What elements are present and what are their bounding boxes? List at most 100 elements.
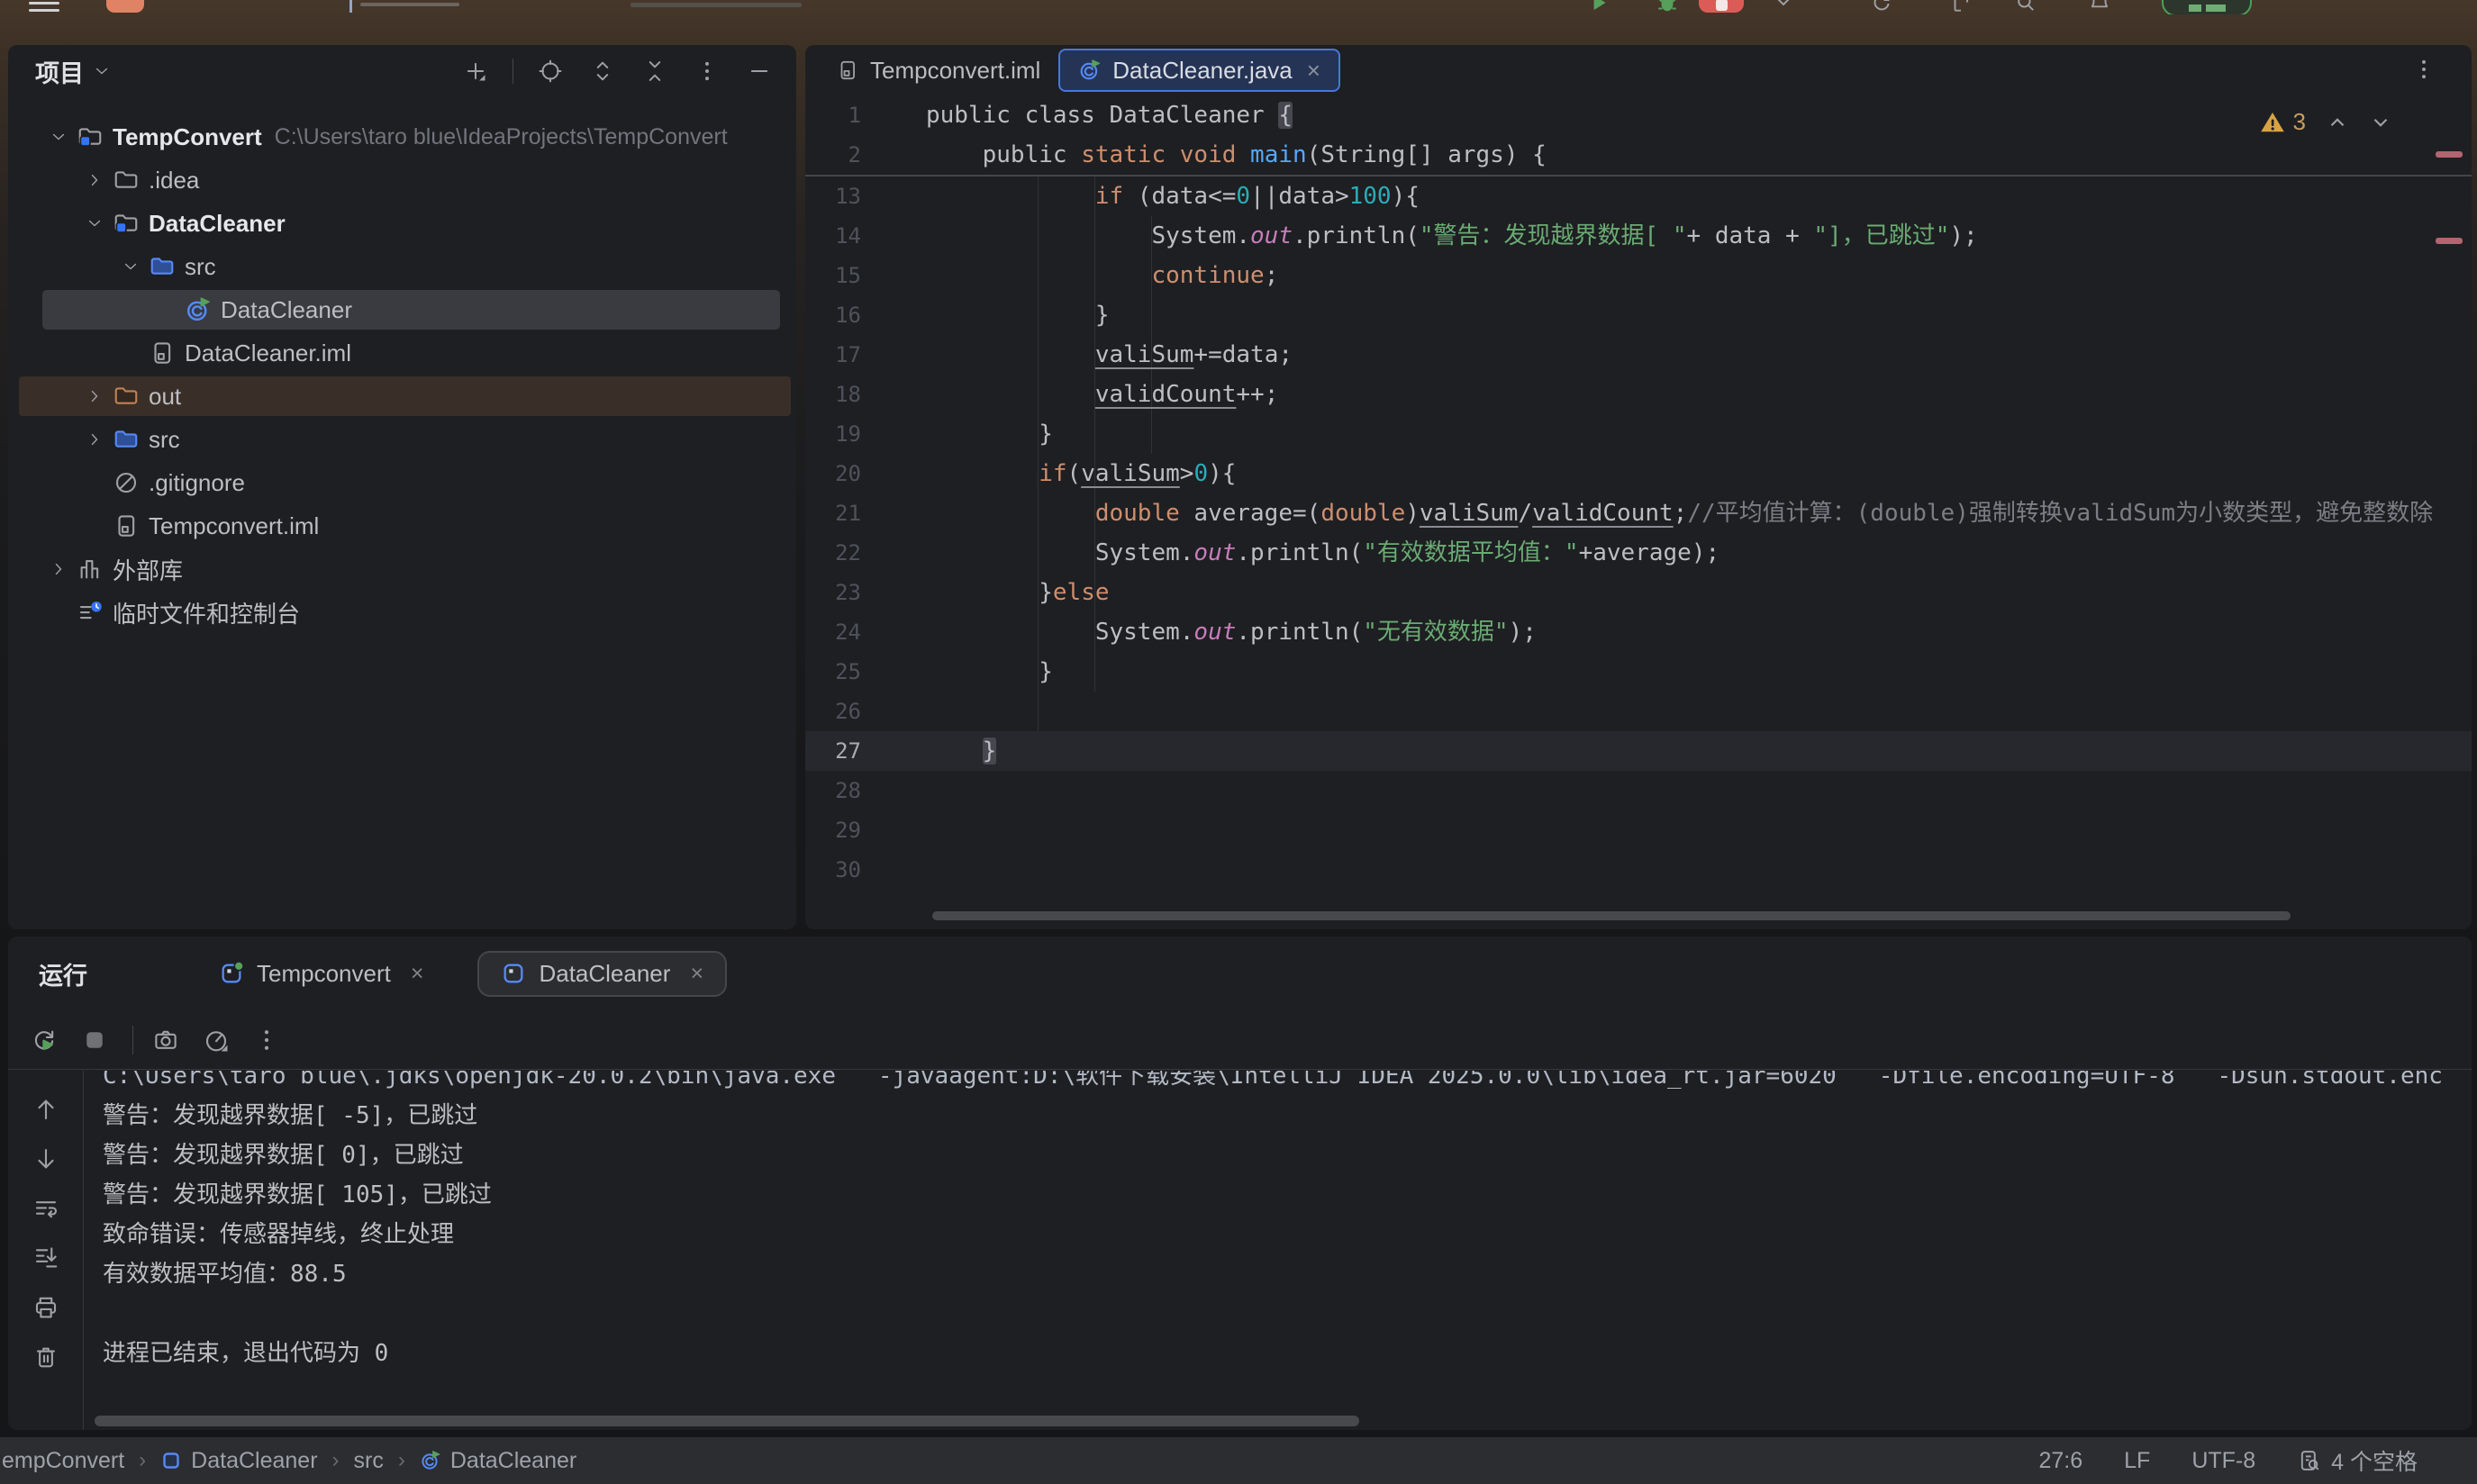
code-line-1[interactable]: 1public class DataCleaner { [805, 95, 2472, 135]
file-encoding[interactable]: UTF-8 [2191, 1448, 2255, 1474]
tree-item-[interactable]: 临时文件和控制台 [8, 591, 796, 634]
code-line-20[interactable]: 20 if(valiSum>0){ [805, 454, 2472, 493]
chevron-right-icon[interactable] [77, 387, 113, 405]
soft-wrap-icon[interactable] [31, 1193, 61, 1224]
tree-item-datacleaner.iml[interactable]: DataCleaner.iml [8, 331, 796, 375]
code-line-21[interactable]: 21 double average=(double)valiSum/validC… [805, 493, 2472, 533]
inspection-widget[interactable]: 3 [2259, 108, 2392, 136]
editor-options-icon[interactable] [2409, 54, 2439, 85]
code-line-25[interactable]: 25 } [805, 652, 2472, 692]
chevron-down-icon[interactable] [93, 62, 111, 80]
chevron-right-icon[interactable] [77, 171, 113, 189]
commit-icon[interactable] [1949, 0, 1973, 14]
chevron-down-icon[interactable] [41, 128, 77, 146]
editor-tab-datacleaner.java[interactable]: DataCleaner.java× [1058, 49, 1340, 92]
code-line-26[interactable]: 26 [805, 692, 2472, 731]
chevron-right-icon[interactable] [41, 560, 77, 578]
add-icon[interactable] [460, 56, 491, 86]
editor-tab-tempconvert.iml[interactable]: Tempconvert.iml [818, 50, 1058, 90]
error-stripe-mark[interactable] [2436, 238, 2463, 244]
breadcrumb-datacleaner[interactable]: DataCleaner [160, 1448, 317, 1474]
caret-position[interactable]: 27:6 [2038, 1448, 2082, 1474]
menu-icon[interactable] [29, 2, 59, 5]
hide-icon[interactable] [744, 56, 775, 86]
run-console[interactable]: C:\Users\taro blue\.jdks\openjdk-20.0.2\… [85, 1071, 2472, 1430]
code-line-23[interactable]: 23 }else [805, 573, 2472, 612]
prev-problem-icon[interactable] [2326, 111, 2349, 134]
run-icon[interactable] [1587, 0, 1611, 14]
code-line-15[interactable]: 15 continue; [805, 256, 2472, 295]
line-separator[interactable]: LF [2124, 1448, 2150, 1474]
line-number: 29 [805, 810, 861, 850]
code-line-29[interactable]: 29 [805, 810, 2472, 850]
chevron-down-icon[interactable] [1773, 0, 1794, 13]
breadcrumb-empconvert[interactable]: empConvert [2, 1448, 124, 1474]
rerun-icon[interactable] [1870, 0, 1893, 14]
chevron-down-icon[interactable] [113, 258, 149, 276]
code-line-19[interactable]: 19 } [805, 414, 2472, 454]
tree-item-src[interactable]: src [8, 245, 796, 288]
license-pill[interactable] [2162, 0, 2252, 14]
profiler-icon[interactable] [198, 1022, 234, 1058]
run-tab-tempconvert[interactable]: Tempconvert × [195, 951, 447, 997]
run-tab-datacleaner[interactable]: DataCleaner× [477, 951, 727, 997]
code-line-2[interactable]: 2 public static void main(String[] args)… [805, 135, 2472, 175]
breadcrumb-datacleaner[interactable]: DataCleaner [420, 1448, 576, 1474]
clear-all-icon[interactable] [31, 1342, 61, 1372]
code-line-28[interactable]: 28 [805, 771, 2472, 810]
debug-icon[interactable] [1656, 0, 1679, 14]
search-icon[interactable] [2014, 0, 2037, 14]
code-line-17[interactable]: 17 valiSum+=data; [805, 335, 2472, 375]
more-icon[interactable] [692, 56, 722, 86]
tree-item-datacleaner[interactable]: DataCleaner [8, 202, 796, 245]
code-line-18[interactable]: 18 validCount++; [805, 375, 2472, 414]
next-problem-icon[interactable] [2369, 111, 2392, 134]
thread-dump-icon[interactable] [148, 1022, 184, 1058]
tree-item-[interactable]: 外部库 [8, 547, 796, 591]
close-icon[interactable]: × [1303, 57, 1320, 85]
code-editor[interactable]: 1public class DataCleaner {2 public stat… [805, 95, 2472, 929]
line-number: 2 [805, 135, 861, 175]
arrow-down-icon[interactable] [31, 1144, 61, 1174]
editor-horizontal-scrollbar[interactable] [932, 911, 2291, 920]
code-line-13[interactable]: 13 if (data<=0||data>100){ [805, 176, 2472, 216]
print-icon[interactable] [31, 1292, 61, 1323]
tree-item-tempconvert[interactable]: TempConvertC:\Users\taro blue\IdeaProjec… [8, 115, 796, 158]
run-config-sliver[interactable] [631, 3, 802, 7]
line-number: 30 [805, 850, 861, 890]
code-line-27[interactable]: 27 } [805, 731, 2472, 771]
expand-all-icon[interactable] [587, 56, 618, 86]
run-tab-label: Tempconvert [257, 960, 391, 988]
code-line-22[interactable]: 22 System.out.println("有效数据平均值："+average… [805, 533, 2472, 573]
arrow-up-icon[interactable] [31, 1094, 61, 1125]
tree-item-.gitignore[interactable]: .gitignore [8, 461, 796, 504]
tree-item-datacleaner[interactable]: DataCleaner [8, 288, 796, 331]
tree-item-.idea[interactable]: .idea [8, 158, 796, 202]
collapse-all-icon[interactable] [640, 56, 670, 86]
breadcrumb-src[interactable]: src [354, 1448, 384, 1474]
code-line-30[interactable]: 30 [805, 850, 2472, 890]
console-horizontal-scrollbar[interactable] [95, 1416, 1359, 1426]
code-line-14[interactable]: 14 System.out.println("警告：发现越界数据[ "+ dat… [805, 216, 2472, 256]
stop-button[interactable] [1699, 0, 1744, 13]
close-icon[interactable]: × [411, 961, 424, 987]
tree-item-out[interactable]: out [8, 375, 796, 418]
close-icon[interactable]: × [690, 961, 703, 987]
more-icon[interactable] [249, 1022, 285, 1058]
tree-item-src[interactable]: src [8, 418, 796, 461]
line-number: 17 [805, 335, 861, 375]
locate-icon[interactable] [535, 56, 566, 86]
chevron-down-icon[interactable] [77, 214, 113, 232]
code-line-16[interactable]: 16 } [805, 295, 2472, 335]
notifications-icon[interactable] [2088, 0, 2111, 14]
stop-icon[interactable] [77, 1022, 113, 1058]
code-text [861, 692, 2472, 731]
class-run-icon [1078, 59, 1102, 82]
indent-style[interactable]: 4 个空格 [2297, 1444, 2418, 1477]
error-stripe-mark[interactable] [2436, 151, 2463, 158]
code-line-24[interactable]: 24 System.out.println("无有效数据"); [805, 612, 2472, 652]
scroll-to-end-icon[interactable] [31, 1243, 61, 1273]
rerun-icon[interactable] [26, 1022, 62, 1058]
chevron-right-icon[interactable] [77, 430, 113, 448]
tree-item-tempconvert.iml[interactable]: Tempconvert.iml [8, 504, 796, 547]
